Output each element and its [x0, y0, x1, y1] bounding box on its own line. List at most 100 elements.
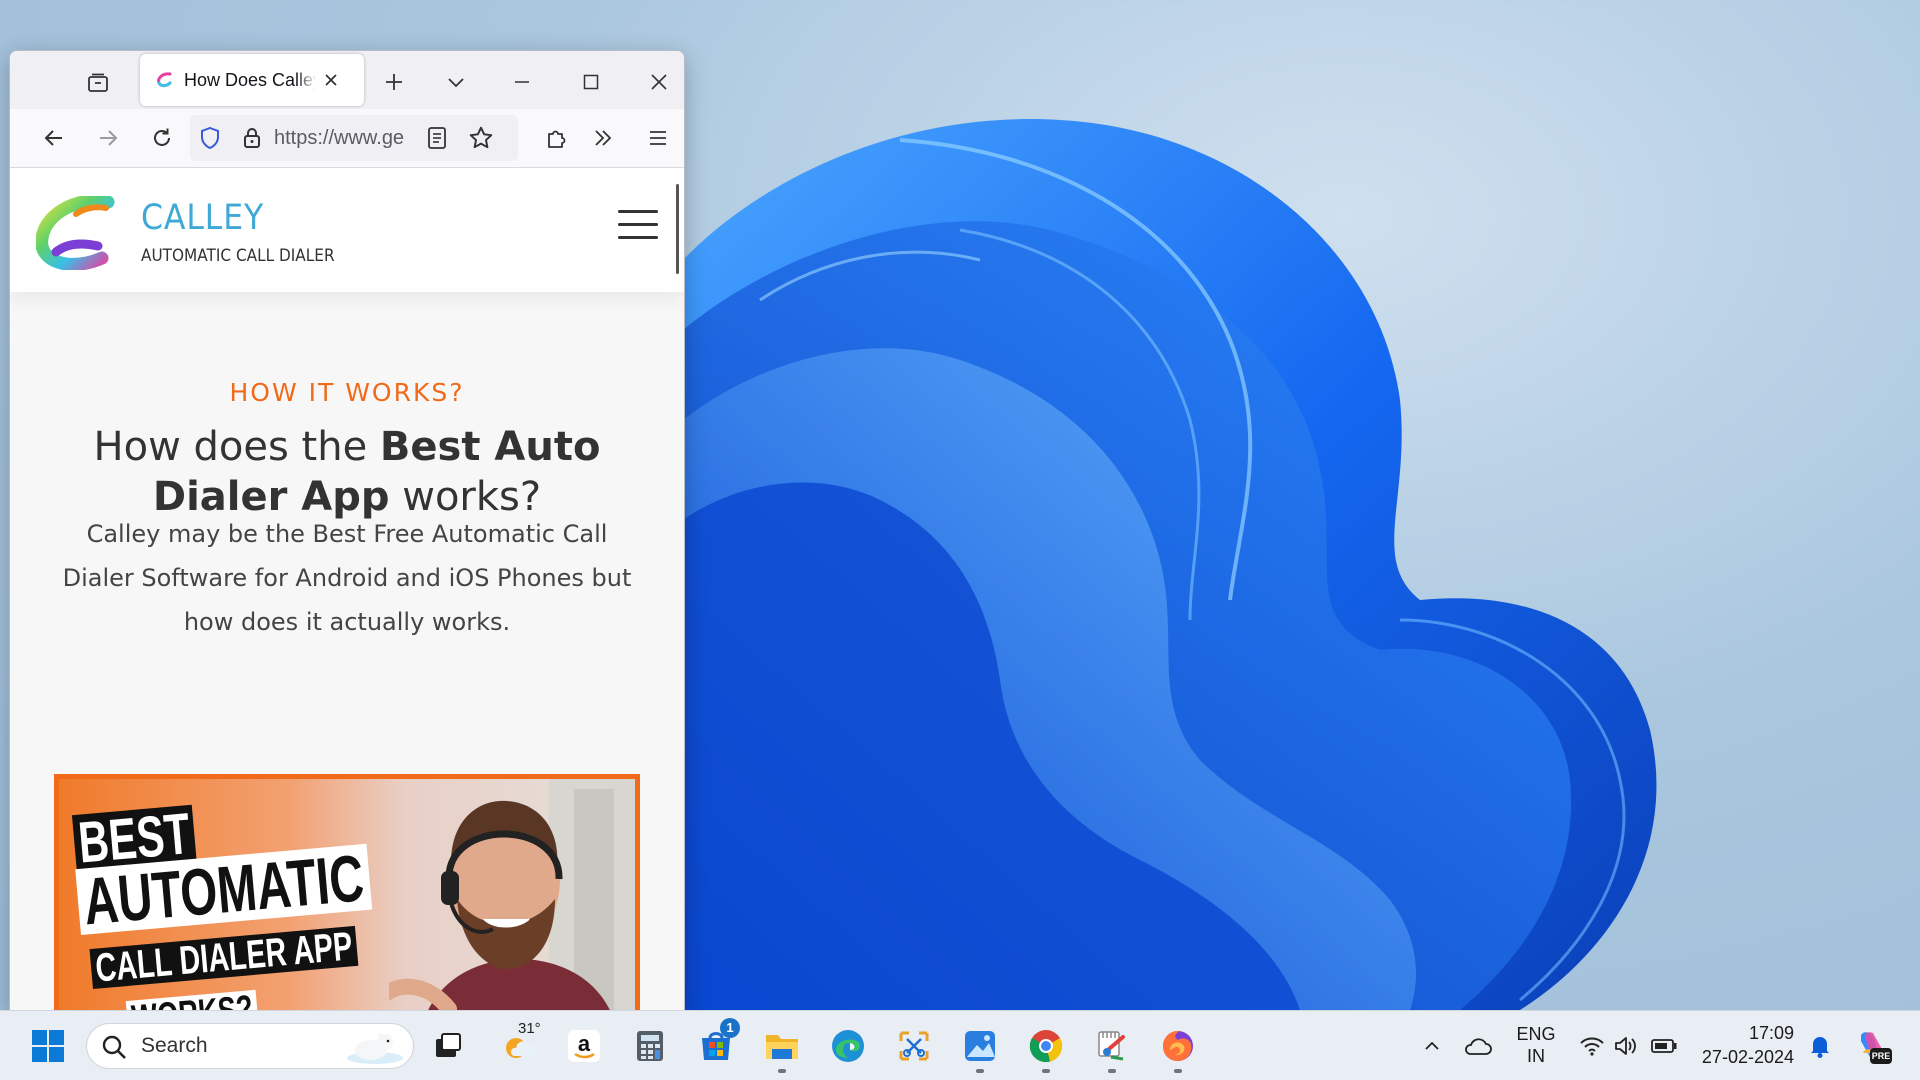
clock-time: 17:09 — [1748, 1023, 1794, 1043]
snipping-tool-app[interactable] — [894, 1026, 934, 1066]
polar-bear-search-highlight-icon — [347, 1033, 403, 1064]
speaker-icon — [1615, 1037, 1636, 1055]
clock-date: 27-02-2024 — [1701, 1047, 1794, 1067]
start-icon — [32, 1030, 64, 1062]
maximize-icon — [583, 74, 599, 90]
edge-icon — [832, 1030, 864, 1062]
paint-app[interactable] — [1092, 1026, 1132, 1066]
double-chevron-icon — [595, 130, 612, 146]
firefox-app[interactable] — [1158, 1026, 1198, 1066]
address-bar[interactable]: https://www.ge — [190, 115, 518, 161]
plus-icon — [386, 74, 402, 90]
microsoft-store-app[interactable]: 1 — [696, 1018, 740, 1066]
thumbnail-line-3: CALL DIALER APP — [89, 924, 359, 991]
calley-favicon-icon — [154, 70, 174, 90]
list-all-tabs-button[interactable] — [438, 64, 474, 100]
calculator-icon — [637, 1031, 663, 1061]
search-icon — [102, 1035, 126, 1059]
weather-temperature: 31° — [518, 1020, 541, 1037]
search-placeholder: Search — [141, 1034, 208, 1057]
battery-status[interactable] — [1644, 1026, 1684, 1066]
amazon-app[interactable]: a — [564, 1026, 604, 1066]
language-region: IN — [1527, 1046, 1545, 1066]
title-bar[interactable]: How Does Calley Work? | Auto Dialer App — [10, 51, 684, 109]
photos-running-indicator — [976, 1069, 984, 1073]
battery-icon — [1651, 1039, 1677, 1053]
photos-icon — [965, 1031, 995, 1061]
minimize-button[interactable] — [504, 64, 540, 100]
start-button[interactable] — [28, 1026, 68, 1066]
site-header: CALLEY AUTOMATIC CALL DIALER — [10, 168, 684, 292]
clock-button[interactable]: 17:09 27-02-2024 — [1690, 1021, 1810, 1069]
task-view-icon — [436, 1033, 461, 1057]
overflow-menu-button[interactable] — [585, 120, 621, 156]
task-view-button[interactable] — [428, 1026, 468, 1066]
maximize-button[interactable] — [573, 64, 609, 100]
copilot-button[interactable]: PRE — [1852, 1026, 1892, 1066]
agent-headset-person-image — [389, 779, 635, 1011]
photos-app[interactable] — [960, 1026, 1000, 1066]
weather-widget[interactable]: 31° — [498, 1020, 541, 1066]
forward-button[interactable] — [90, 120, 126, 156]
minimize-icon — [515, 81, 529, 83]
back-button[interactable] — [36, 120, 72, 156]
paint-icon — [1098, 1031, 1125, 1061]
active-tab[interactable]: How Does Calley Work? | Auto Dialer App — [140, 54, 364, 106]
reload-icon — [154, 128, 170, 146]
lock-icon[interactable] — [240, 126, 264, 150]
calculator-app[interactable] — [630, 1026, 670, 1066]
notifications-button[interactable] — [1800, 1026, 1840, 1066]
app-menu-button[interactable] — [640, 120, 676, 156]
edge-app[interactable] — [828, 1026, 868, 1066]
file-explorer-icon — [766, 1035, 798, 1059]
section-lead: Calley may be the Best Free Automatic Ca… — [62, 520, 632, 636]
brand-name: CALLEY — [141, 198, 265, 238]
new-tab-button[interactable] — [376, 64, 412, 100]
section-eyebrow: HOW IT WORKS? — [229, 378, 465, 407]
reload-button[interactable] — [144, 120, 180, 156]
close-window-button[interactable] — [641, 64, 677, 100]
close-icon — [325, 74, 337, 86]
store-notification-badge: 1 — [720, 1018, 740, 1038]
star-icon[interactable] — [468, 125, 494, 151]
chevron-up-icon — [1425, 1041, 1439, 1050]
file-explorer-running-indicator — [778, 1069, 786, 1073]
section-headline: How does the Best Auto Dialer App works? — [93, 424, 601, 520]
volume-status[interactable] — [1606, 1026, 1646, 1066]
taskbar: Search 31° a 1 ENG IN 17:09 27-02-2024 P… — [0, 1010, 1920, 1080]
video-thumbnail[interactable]: BEST AUTOMATIC CALL DIALER APP WORKS? — [54, 774, 640, 1011]
browser-window: How Does Calley Work? | Auto Dialer App — [9, 50, 685, 1012]
vertical-scrollbar[interactable] — [676, 184, 679, 274]
show-hidden-icons-button[interactable] — [1412, 1026, 1452, 1066]
input-language-button[interactable]: ENG IN — [1506, 1023, 1566, 1067]
thumbnail-line-4: WORKS? — [125, 988, 259, 1011]
onedrive-button[interactable] — [1458, 1026, 1498, 1066]
page-viewport: CALLEY AUTOMATIC CALL DIALER HOW IT WORK… — [10, 168, 684, 1011]
file-explorer-app[interactable] — [762, 1026, 802, 1066]
chrome-running-indicator — [1042, 1069, 1050, 1073]
site-menu-button[interactable] — [618, 210, 658, 246]
hamburger-menu-icon — [650, 131, 666, 145]
url-text[interactable]: https://www.ge — [274, 115, 414, 161]
calley-logo-icon[interactable] — [36, 196, 120, 270]
snipping-icon — [899, 1031, 929, 1061]
brand-tagline: AUTOMATIC CALL DIALER — [141, 246, 335, 266]
tab-title: How Does Calley Work? | Auto Dialer App — [184, 69, 316, 90]
close-icon — [651, 74, 667, 90]
chrome-icon — [1029, 1030, 1063, 1063]
puzzle-icon — [548, 130, 566, 148]
cloud-icon — [1465, 1038, 1492, 1055]
firefox-icon — [1163, 1030, 1193, 1061]
tab-list-button[interactable] — [82, 67, 114, 99]
wifi-icon — [1580, 1037, 1604, 1056]
taskbar-search[interactable]: Search — [86, 1023, 414, 1069]
extensions-button[interactable] — [538, 120, 574, 156]
reader-view-icon[interactable] — [426, 126, 448, 150]
firefox-running-indicator — [1174, 1069, 1182, 1073]
arrow-left-icon — [44, 130, 62, 146]
shield-icon[interactable] — [198, 126, 222, 150]
chrome-app[interactable] — [1026, 1026, 1066, 1066]
navigation-toolbar: https://www.ge — [10, 109, 684, 168]
tab-close-button[interactable] — [320, 69, 342, 91]
svg-text:a: a — [578, 1031, 591, 1056]
